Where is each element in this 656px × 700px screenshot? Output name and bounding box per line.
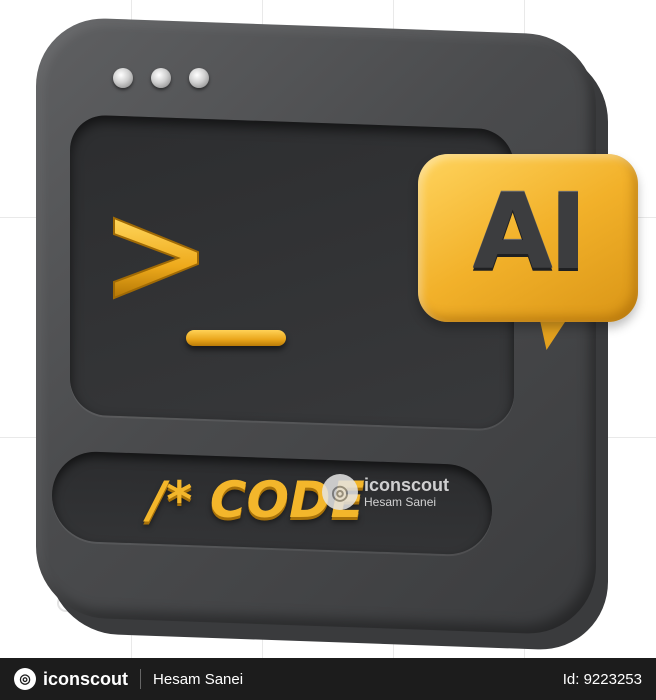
window-dot-icon	[151, 68, 171, 88]
terminal-cursor	[186, 330, 286, 346]
iconscout-logo-icon[interactable]: ◎	[14, 668, 36, 690]
footer-asset-id: Id: 9223253	[562, 670, 642, 688]
footer-author[interactable]: Hesam Sanei	[153, 671, 243, 688]
window-dot-icon	[113, 68, 133, 88]
footer-divider	[140, 669, 142, 689]
footer-bar: ◎ iconscout Hesam Sanei Id: 9223253	[0, 658, 656, 700]
watermark-author: Hesam Sanei	[364, 495, 437, 509]
watermark-brand: iconscout	[364, 475, 450, 495]
footer-brand[interactable]: iconscout	[43, 669, 128, 690]
window-dot-icon	[189, 68, 209, 88]
window-dots	[113, 68, 209, 88]
center-watermark: ◎ iconscout Hesam Sanei	[322, 474, 449, 510]
terminal-prompt-icon	[113, 216, 199, 300]
illustration-canvas: >_ /* CODE ◎ iconscout Hesam Sanei AI	[0, 0, 656, 658]
ai-label: AI	[472, 171, 587, 293]
iconscout-logo-icon: ◎	[322, 474, 358, 510]
